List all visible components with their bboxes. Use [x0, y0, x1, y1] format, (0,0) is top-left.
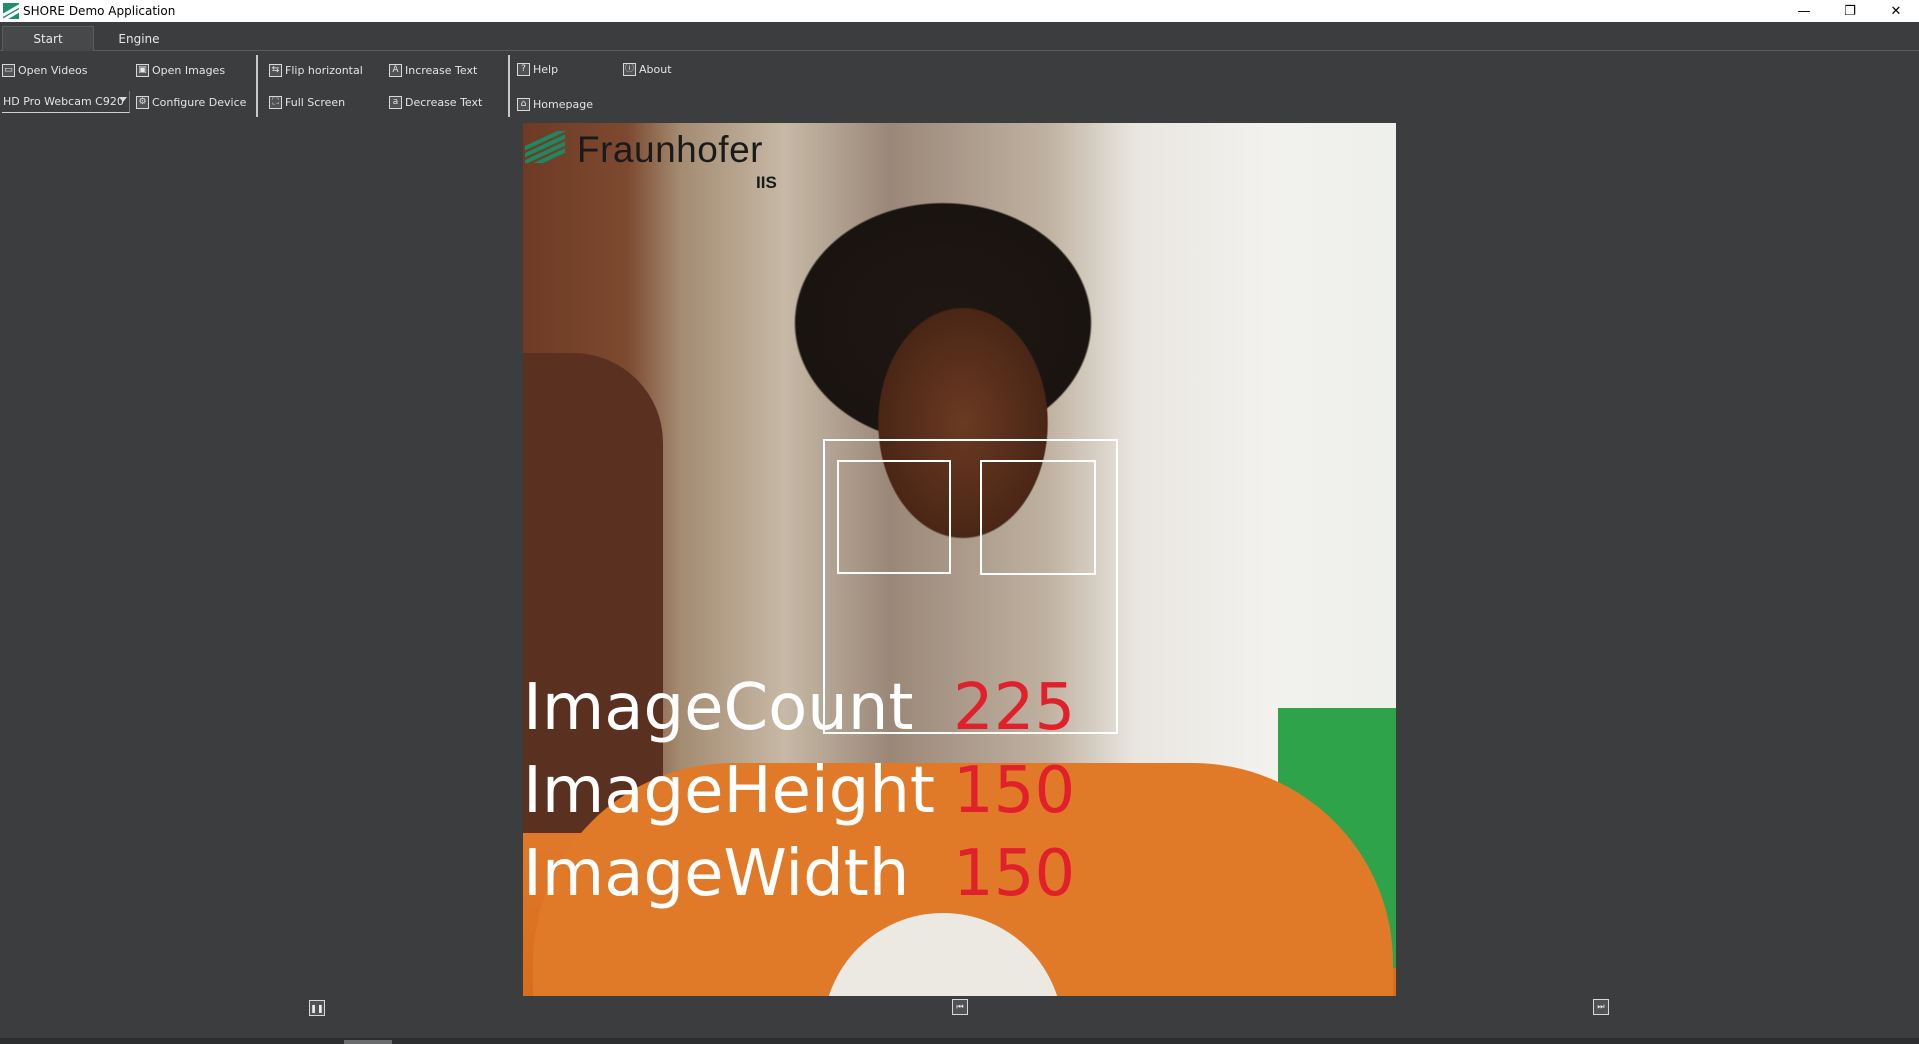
- increase-text-label: Increase Text: [405, 63, 478, 77]
- device-select[interactable]: HD Pro Webcam C920: [2, 91, 130, 113]
- home-icon: ⌂: [517, 97, 530, 111]
- chevron-down-icon: [119, 97, 127, 102]
- tab-start[interactable]: Start: [2, 26, 94, 51]
- increase-text-button[interactable]: A Increase Text: [389, 59, 477, 81]
- stat-image-height: ImageHeight 150: [523, 759, 1075, 823]
- stat-value: 150: [953, 754, 1076, 828]
- skip-back-icon[interactable]: ⏮: [952, 999, 968, 1015]
- about-button[interactable]: ⓘ About: [623, 58, 672, 80]
- title-bar: SHORE Demo Application — ❐ ✕: [0, 0, 1919, 22]
- app-icon: [3, 3, 19, 19]
- full-screen-button[interactable]: ⛶ Full Screen: [269, 91, 345, 113]
- flip-horizontal-button[interactable]: ⇆ Flip horizontal: [269, 59, 363, 81]
- text-decrease-icon: a: [389, 95, 402, 109]
- ribbon-separator: [256, 55, 258, 117]
- help-label: Help: [533, 62, 559, 76]
- configure-device-label: Configure Device: [152, 95, 247, 109]
- help-icon: ?: [517, 62, 530, 76]
- stat-value: 150: [953, 837, 1076, 911]
- full-screen-label: Full Screen: [285, 95, 346, 109]
- about-label: About: [639, 62, 672, 76]
- tab-bar: Start Engine: [0, 22, 1919, 51]
- configure-device-button[interactable]: ⚙ Configure Device: [136, 91, 246, 113]
- pause-icon[interactable]: ❚❚: [309, 1000, 325, 1016]
- flip-icon: ⇆: [269, 63, 282, 77]
- fraunhofer-mark-icon: [525, 131, 565, 163]
- open-images-label: Open Images: [152, 63, 226, 77]
- close-button[interactable]: ✕: [1873, 0, 1919, 22]
- restore-button[interactable]: ❐: [1827, 0, 1873, 22]
- open-images-button[interactable]: ▣ Open Images: [136, 59, 225, 81]
- logo-sub: IIS: [756, 173, 777, 192]
- stat-image-width: ImageWidth 150: [523, 842, 1075, 906]
- flip-horizontal-label: Flip horizontal: [285, 63, 363, 77]
- stat-image-count: ImageCount 225: [523, 676, 1075, 740]
- text-increase-icon: A: [389, 63, 402, 77]
- camera-settings-icon: ⚙: [136, 95, 149, 109]
- window-title: SHORE Demo Application: [23, 4, 176, 18]
- help-button[interactable]: ? Help: [517, 58, 558, 80]
- ribbon-separator: [508, 55, 510, 117]
- device-select-value: HD Pro Webcam C920: [3, 95, 124, 108]
- homepage-button[interactable]: ⌂ Homepage: [517, 93, 593, 115]
- video-file-icon: ▭: [2, 63, 15, 77]
- decrease-text-button[interactable]: a Decrease Text: [389, 91, 482, 113]
- stat-label: ImageWidth: [523, 837, 910, 911]
- stat-value: 225: [953, 671, 1076, 745]
- eye-detection-box-left: [837, 460, 951, 574]
- stat-label: ImageCount: [523, 671, 914, 745]
- image-file-icon: ▣: [136, 63, 149, 77]
- decrease-text-label: Decrease Text: [405, 95, 483, 109]
- open-videos-label: Open Videos: [18, 63, 88, 77]
- open-videos-button[interactable]: ▭ Open Videos: [2, 59, 87, 81]
- window-controls: — ❐ ✕: [1781, 0, 1919, 22]
- fullscreen-icon: ⛶: [269, 95, 282, 109]
- logo-name: Fraunhofer: [577, 129, 763, 170]
- fraunhofer-logo: Fraunhofer IIS: [523, 123, 783, 203]
- eye-detection-box-right: [980, 460, 1096, 575]
- minimize-button[interactable]: —: [1781, 0, 1827, 22]
- skip-forward-icon[interactable]: ⏭: [1593, 999, 1609, 1015]
- stat-label: ImageHeight: [523, 754, 935, 828]
- tab-engine[interactable]: Engine: [100, 26, 178, 51]
- scrollbar-thumb[interactable]: [344, 1040, 392, 1044]
- homepage-label: Homepage: [533, 97, 593, 111]
- info-icon: ⓘ: [623, 62, 636, 76]
- status-strip: [0, 1038, 1919, 1044]
